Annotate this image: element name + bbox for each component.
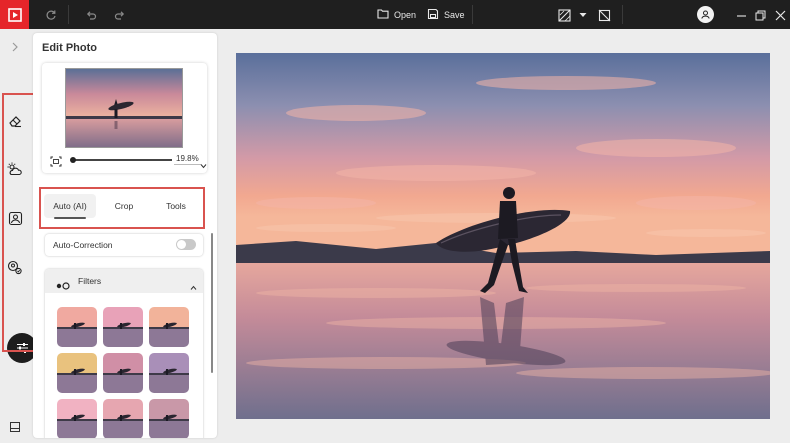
edit-photo-panel: Edit Photo 19.8% Auto (AI) Crop Tools Au…: [33, 33, 217, 438]
save-icon: [427, 8, 439, 22]
chevron-up-icon[interactable]: [190, 278, 197, 296]
filter-thumbnail[interactable]: [103, 399, 143, 438]
auto-correction-row: Auto-Correction: [45, 234, 203, 256]
filter-thumbnail[interactable]: [149, 307, 189, 347]
filter-thumbnail[interactable]: [57, 307, 97, 347]
toolbar-divider: [472, 5, 473, 24]
folder-icon: [377, 8, 389, 21]
title-bar: Open Save: [0, 0, 790, 29]
filter-thumbnail[interactable]: [57, 353, 97, 393]
fit-screen-icon[interactable]: [50, 154, 62, 172]
undo-icon[interactable]: [83, 7, 99, 23]
logo-icon: [0, 0, 29, 29]
save-button[interactable]: Save: [427, 6, 465, 23]
panel-title: Edit Photo: [42, 42, 97, 54]
close-icon[interactable]: [772, 7, 788, 23]
maximize-icon[interactable]: [752, 7, 768, 23]
expand-chevron-icon[interactable]: [5, 37, 25, 57]
toolbar-divider: [622, 5, 623, 24]
auto-correction-label: Auto-Correction: [53, 240, 113, 250]
preview-thumbnail: [65, 68, 183, 148]
zoom-dropdown-chevron-icon[interactable]: [200, 156, 207, 174]
compare-icon[interactable]: [556, 7, 572, 23]
zoom-slider-track[interactable]: [72, 159, 172, 161]
filter-thumbnail[interactable]: [149, 353, 189, 393]
auto-correction-toggle[interactable]: [176, 239, 196, 250]
filters-section: Filters: [45, 269, 203, 438]
panel-toggle-icon[interactable]: [9, 420, 21, 432]
zoom-value[interactable]: 19.8%: [174, 154, 201, 165]
filter-thumbnail[interactable]: [57, 399, 97, 438]
main-photo-canvas[interactable]: [236, 53, 770, 419]
panel-scrollbar[interactable]: [211, 233, 213, 373]
avatar-icon[interactable]: [697, 6, 714, 23]
minimize-icon[interactable]: [733, 7, 749, 23]
zoom-control: 19.8%: [50, 154, 207, 169]
save-label: Save: [444, 9, 465, 20]
tabs-highlight-frame: [39, 187, 205, 229]
refresh-icon[interactable]: [43, 7, 59, 23]
filter-thumbnail[interactable]: [149, 399, 189, 438]
zoom-slider-handle[interactable]: [70, 157, 76, 163]
toolbar-divider: [68, 5, 69, 24]
open-label: Open: [394, 9, 417, 20]
open-button[interactable]: Open: [377, 6, 416, 23]
crop-off-icon[interactable]: [596, 7, 612, 23]
filters-header[interactable]: Filters: [45, 269, 203, 293]
chevron-down-icon[interactable]: [575, 7, 591, 23]
filter-thumbnail[interactable]: [103, 353, 143, 393]
filters-icon: [56, 277, 70, 295]
filters-label: Filters: [78, 276, 102, 286]
filter-thumbnail[interactable]: [103, 307, 143, 347]
redo-icon[interactable]: [112, 7, 128, 23]
toggle-knob: [177, 240, 186, 249]
preview-card: 19.8%: [42, 63, 207, 173]
